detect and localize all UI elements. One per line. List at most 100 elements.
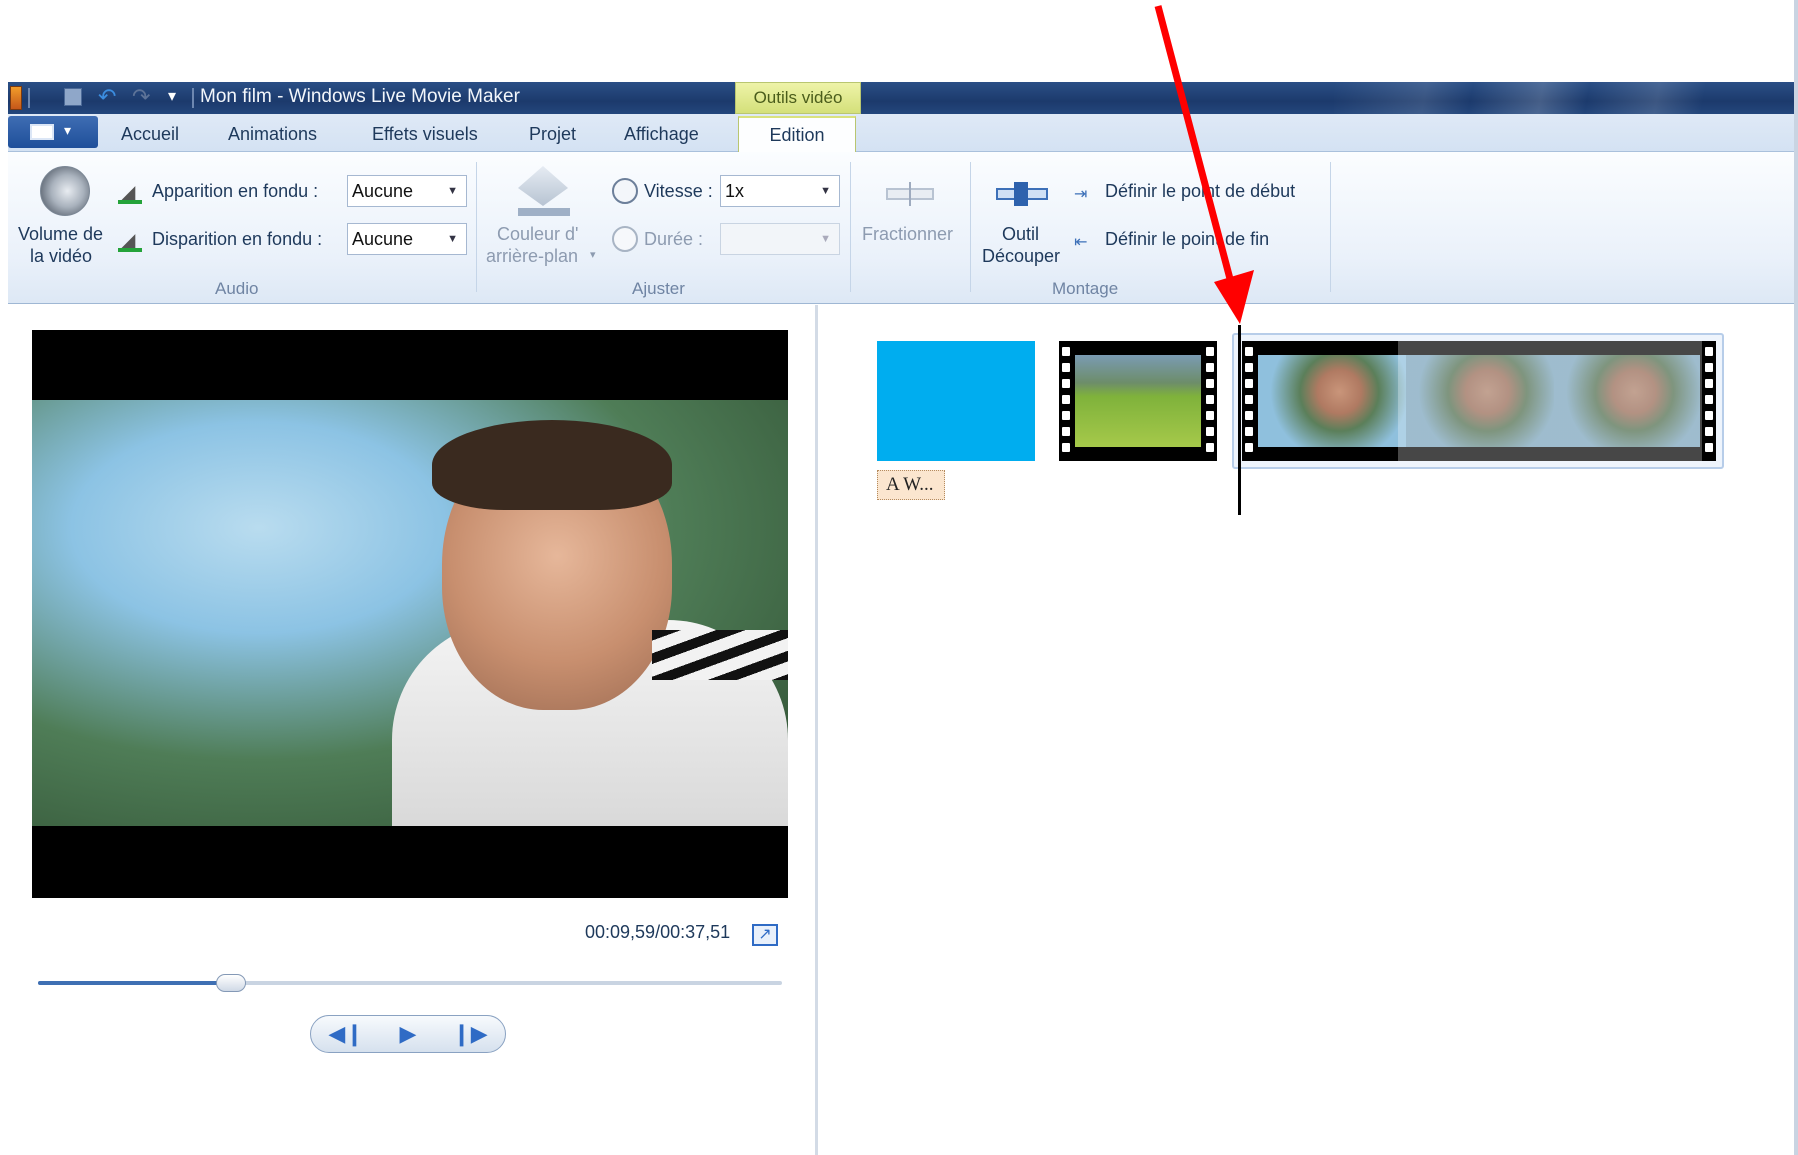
duration-icon bbox=[612, 226, 638, 252]
tab-affichage[interactable]: Affichage bbox=[624, 124, 699, 145]
app-menu-button[interactable]: ▾ bbox=[8, 116, 98, 148]
film-hole bbox=[1245, 363, 1253, 372]
chevron-down-icon: ▼ bbox=[447, 185, 458, 197]
annotation-arrow bbox=[1154, 5, 1254, 324]
film-hole bbox=[1705, 427, 1713, 436]
film-hole bbox=[1206, 443, 1214, 452]
film-hole bbox=[1062, 395, 1070, 404]
film-hole bbox=[1062, 347, 1070, 356]
film-hole bbox=[1705, 411, 1713, 420]
chevron-down-icon: ▼ bbox=[820, 233, 831, 245]
dimmed-overlay bbox=[1398, 341, 1716, 461]
title-separator bbox=[192, 88, 194, 108]
speed-label: Vitesse : bbox=[644, 181, 713, 201]
film-hole bbox=[1206, 427, 1214, 436]
menu-icon bbox=[30, 124, 54, 140]
film-strip-right bbox=[1203, 341, 1217, 461]
fade-in-label: Apparition en fondu : bbox=[152, 181, 319, 201]
panel-splitter[interactable] bbox=[815, 305, 818, 1155]
subject-stripes bbox=[652, 630, 788, 680]
chevron-down-icon: ▾ bbox=[64, 122, 72, 138]
film-hole bbox=[1062, 411, 1070, 420]
caption-tag[interactable]: A W... bbox=[877, 470, 945, 500]
chevron-down-icon: ▼ bbox=[447, 233, 458, 245]
fullscreen-icon[interactable]: ↗ bbox=[752, 924, 778, 946]
bg-color-line2: arrière-plan bbox=[486, 246, 579, 266]
film-hole bbox=[1206, 395, 1214, 404]
undo-icon[interactable]: ↶ bbox=[98, 84, 116, 110]
preview-frame bbox=[32, 400, 788, 826]
film-hole bbox=[1062, 379, 1070, 388]
film-hole bbox=[1245, 443, 1253, 452]
golf-thumbnail bbox=[1075, 355, 1201, 447]
window-edge bbox=[1794, 0, 1798, 1155]
film-hole bbox=[1705, 363, 1713, 372]
tab-animations[interactable]: Animations bbox=[228, 124, 317, 145]
film-hole bbox=[1705, 347, 1713, 356]
previous-frame-icon[interactable]: ◀❙ bbox=[316, 1017, 376, 1051]
film-hole bbox=[1245, 427, 1253, 436]
caption-label: A W... bbox=[886, 474, 934, 495]
film-hole bbox=[1206, 379, 1214, 388]
group-separator bbox=[850, 162, 851, 292]
speaker-icon bbox=[40, 166, 90, 216]
film-hole bbox=[1705, 443, 1713, 452]
video-clip-selected[interactable] bbox=[1242, 341, 1716, 461]
film-strip-right bbox=[1702, 341, 1716, 461]
film-strip-left bbox=[1242, 341, 1256, 461]
next-frame-icon[interactable]: ❙▶ bbox=[440, 1017, 500, 1051]
group-separator bbox=[476, 162, 477, 292]
group-label-montage: Montage bbox=[1052, 279, 1119, 298]
film-hole bbox=[1705, 395, 1713, 404]
seek-fill bbox=[38, 981, 232, 985]
group-separator bbox=[970, 162, 971, 292]
volume-button-line1[interactable]: Volume de bbox=[18, 224, 103, 245]
time-readout: 00:09,59/00:37,51 bbox=[585, 922, 731, 942]
fade-out-value: Aucune bbox=[352, 229, 414, 249]
save-icon[interactable] bbox=[64, 88, 82, 106]
quick-access-separator bbox=[28, 88, 30, 108]
title-clip[interactable] bbox=[877, 341, 1035, 461]
volume-button-line2[interactable]: la vidéo bbox=[30, 246, 92, 267]
film-hole bbox=[1062, 363, 1070, 372]
duration-select[interactable]: ▼ bbox=[720, 223, 840, 255]
fade-in-select[interactable]: Aucune ▼ bbox=[347, 175, 467, 207]
film-hole bbox=[1705, 379, 1713, 388]
redo-icon[interactable]: ↷ bbox=[132, 84, 150, 110]
split-button[interactable]: Fractionner bbox=[862, 224, 953, 245]
video-clip-golf[interactable] bbox=[1059, 341, 1217, 461]
tab-effets-visuels[interactable]: Effets visuels bbox=[372, 124, 478, 145]
set-end-icon: ⇤ bbox=[1074, 234, 1088, 251]
subject-hair bbox=[432, 420, 672, 510]
film-hole bbox=[1245, 347, 1253, 356]
customize-qat-icon[interactable]: ▾ bbox=[168, 86, 176, 106]
app-logo-icon[interactable] bbox=[10, 86, 22, 110]
speed-value: 1x bbox=[725, 181, 745, 201]
fade-in-value: Aucune bbox=[352, 181, 414, 201]
seek-thumb[interactable] bbox=[216, 974, 247, 992]
trim-tool-line2[interactable]: Découper bbox=[982, 246, 1060, 267]
clip-thumbnail-1 bbox=[1258, 355, 1406, 447]
film-hole bbox=[1245, 411, 1253, 420]
tab-projet[interactable]: Projet bbox=[529, 124, 576, 145]
playhead[interactable] bbox=[1238, 325, 1241, 515]
film-hole bbox=[1062, 427, 1070, 436]
group-label-audio: Audio bbox=[215, 279, 259, 298]
trim-tool-icon-center bbox=[1014, 182, 1028, 206]
trim-tool-line1[interactable]: Outil bbox=[1002, 224, 1039, 245]
duration-label: Durée : bbox=[644, 229, 704, 249]
film-hole bbox=[1245, 395, 1253, 404]
film-hole bbox=[1062, 443, 1070, 452]
speed-select[interactable]: 1x ▼ bbox=[720, 175, 840, 207]
tab-edition[interactable]: Edition bbox=[738, 116, 856, 154]
window-title: Mon film - Windows Live Movie Maker bbox=[200, 86, 520, 107]
chevron-down-icon: ▾ bbox=[590, 249, 596, 261]
video-preview[interactable] bbox=[32, 330, 788, 898]
play-icon[interactable]: ▶ bbox=[378, 1017, 438, 1051]
context-tab-video-tools: Outils vidéo bbox=[735, 82, 861, 114]
tab-accueil[interactable]: Accueil bbox=[121, 124, 179, 145]
fade-out-label: Disparition en fondu : bbox=[152, 229, 323, 249]
fade-out-select[interactable]: Aucune ▼ bbox=[347, 223, 467, 255]
film-hole bbox=[1245, 379, 1253, 388]
set-start-icon: ⇥ bbox=[1074, 186, 1088, 203]
